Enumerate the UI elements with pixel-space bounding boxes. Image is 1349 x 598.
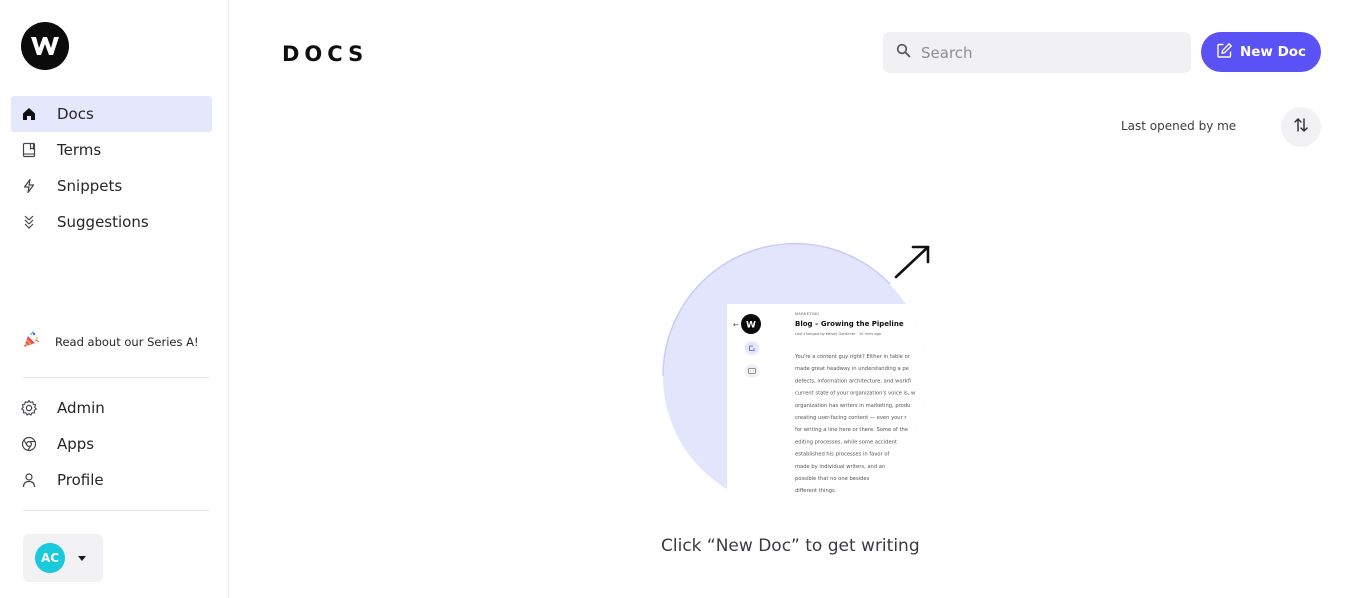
sidebar-item-profile[interactable]: Profile — [11, 462, 212, 498]
secondary-nav: Admin Apps Profile — [11, 390, 212, 498]
preview-doc-title: Blog – Growing the Pipeline — [795, 320, 904, 328]
search-icon — [896, 43, 911, 62]
search-input[interactable] — [921, 43, 1171, 62]
gear-icon — [20, 399, 38, 417]
sort-toggle-button[interactable] — [1281, 107, 1321, 147]
mini-edit-icon — [745, 341, 759, 355]
sidebar-item-suggestions[interactable]: Suggestions — [11, 204, 212, 240]
user-menu-button[interactable]: AC — [23, 534, 103, 582]
sidebar-item-apps[interactable]: Apps — [11, 426, 212, 462]
party-popper-icon — [22, 331, 40, 353]
preview-line: made great headway in understanding a pe — [795, 366, 909, 372]
mini-logo-letter: W — [746, 321, 756, 331]
home-icon — [20, 105, 38, 123]
chevrons-down-icon — [20, 213, 38, 231]
new-doc-button[interactable]: New Doc — [1201, 32, 1321, 72]
empty-state-message: Click “New Doc” to get writing — [661, 536, 920, 556]
mini-comment-icon — [745, 364, 759, 378]
new-doc-label: New Doc — [1239, 44, 1307, 60]
search-box[interactable] — [883, 32, 1191, 73]
sidebar-item-terms[interactable]: Terms — [11, 132, 212, 168]
lightning-icon — [20, 177, 38, 195]
sidebar-divider — [23, 510, 210, 511]
preview-line: possible that no one besides — [795, 476, 870, 482]
logo-w-icon — [31, 37, 59, 55]
sidebar-item-label: Admin — [57, 399, 105, 417]
sidebar-item-admin[interactable]: Admin — [11, 390, 212, 426]
preview-line: organization has writers in marketing, p… — [795, 403, 910, 409]
chrome-icon — [20, 435, 38, 453]
preview-line: defects, information architecture, and w… — [795, 378, 911, 384]
sidebar-item-snippets[interactable]: Snippets — [11, 168, 212, 204]
preview-line: made by individual writers, and an — [795, 464, 885, 470]
sidebar-item-label: Terms — [57, 141, 102, 159]
sidebar-divider — [23, 377, 210, 378]
sidebar: Docs Terms Snippets Suggestions Read abo… — [0, 0, 229, 598]
sidebar-item-label: Snippets — [57, 177, 123, 195]
series-a-label: Read about our Series A! — [55, 335, 199, 349]
empty-state-illustration: ← W MARKETING Blog – Growing the Pipelin… — [660, 242, 932, 508]
person-icon — [20, 471, 38, 489]
sort-arrows-icon — [1292, 116, 1310, 138]
preview-line: different things. — [795, 488, 837, 494]
arrow-up-right-icon — [894, 245, 930, 279]
back-arrow-icon: ← — [733, 321, 739, 329]
series-a-link[interactable]: Read about our Series A! — [22, 331, 199, 353]
page-title: DOCS — [282, 42, 369, 66]
caret-down-icon — [78, 555, 86, 561]
preview-line: You're a content guy right? Either in ta… — [794, 354, 911, 360]
preview-category: MARKETING — [795, 312, 819, 316]
primary-nav: Docs Terms Snippets Suggestions — [11, 96, 212, 240]
avatar: AC — [35, 543, 65, 573]
preview-line: editing processes, while some accident — [795, 439, 897, 445]
preview-line: established his processes in favor of — [795, 452, 890, 458]
sidebar-item-label: Profile — [57, 471, 104, 489]
sort-label[interactable]: Last opened by me — [1121, 119, 1236, 133]
preview-line: current state of your organization's voi… — [795, 391, 916, 397]
preview-line: for writing a line here or there. Some o… — [795, 427, 908, 433]
sidebar-item-label: Docs — [57, 105, 94, 123]
preview-line: creating user-facing content — even your… — [795, 415, 907, 421]
sidebar-item-docs[interactable]: Docs — [11, 96, 212, 132]
book-icon — [20, 141, 38, 159]
edit-icon — [1216, 42, 1233, 63]
sidebar-item-label: Suggestions — [57, 213, 149, 231]
sidebar-item-label: Apps — [57, 435, 95, 453]
writer-logo[interactable] — [21, 22, 69, 70]
preview-doc-meta: Last changed by Kelsey Gardener · 10 min… — [795, 332, 881, 336]
